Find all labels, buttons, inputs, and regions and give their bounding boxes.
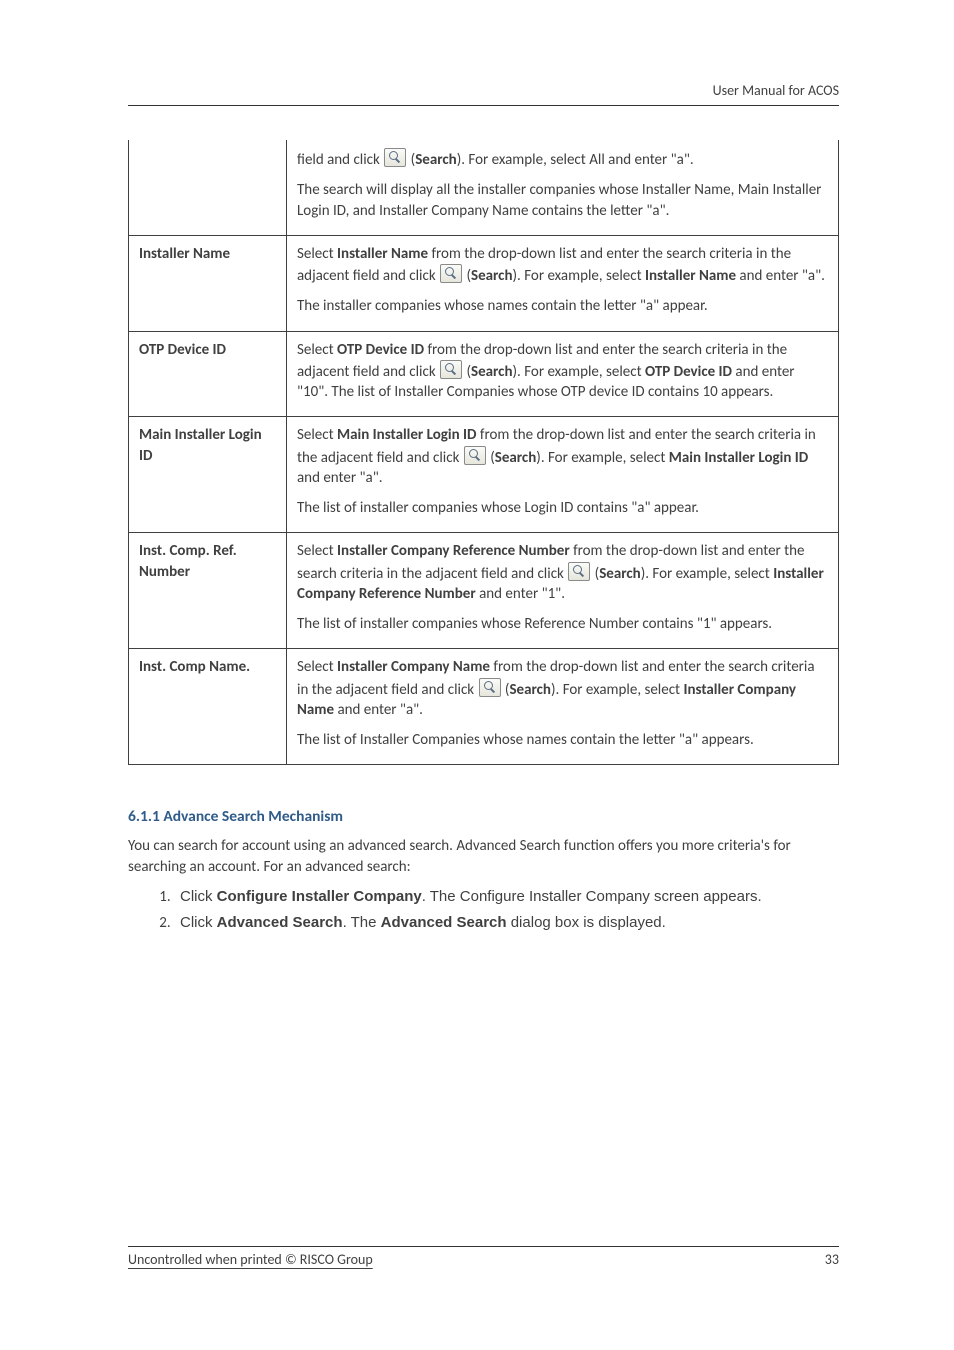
search-icon xyxy=(479,678,501,697)
description-paragraph: The installer companies whose names cont… xyxy=(297,296,828,316)
section-heading: 6.1.1 Advance Search Mechanism xyxy=(128,807,839,826)
row-description: Select Installer Name from the drop-down… xyxy=(287,235,839,331)
bold-text: Main Installer Login ID xyxy=(337,426,476,444)
bold-text: Advanced Search xyxy=(217,914,343,931)
row-description: Select Main Installer Login ID from the … xyxy=(287,417,839,533)
row-description: field and click (Search). For example, s… xyxy=(287,140,839,235)
running-header: User Manual for ACOS xyxy=(128,82,839,99)
bold-text: OTP Device ID xyxy=(337,341,424,359)
bold-text: Installer Company Name xyxy=(337,658,490,676)
description-paragraph: The search will display all the installe… xyxy=(297,180,828,221)
bold-text: OTP Device ID xyxy=(645,363,732,381)
bold-text: Search xyxy=(495,449,537,467)
row-label xyxy=(129,140,287,235)
bold-text: Installer Company Reference Number xyxy=(297,565,824,603)
description-paragraph: Select Installer Name from the drop-down… xyxy=(297,244,828,287)
row-description: Select Installer Company Reference Numbe… xyxy=(287,533,839,649)
row-label: OTP Device ID xyxy=(129,331,287,417)
table-row: OTP Device IDSelect OTP Device ID from t… xyxy=(129,331,839,417)
description-paragraph: Select Main Installer Login ID from the … xyxy=(297,425,828,488)
bold-text: Search xyxy=(415,151,457,169)
search-icon xyxy=(440,360,462,379)
table-row: Installer NameSelect Installer Name from… xyxy=(129,235,839,331)
description-paragraph: Select Installer Company Name from the d… xyxy=(297,657,828,720)
table-row: field and click (Search). For example, s… xyxy=(129,140,839,235)
search-icon xyxy=(384,148,406,167)
search-icon xyxy=(568,562,590,581)
row-description: Select Installer Company Name from the d… xyxy=(287,649,839,765)
bold-text: Configure Installer Company xyxy=(217,888,422,905)
table-row: Main Installer Login IDSelect Main Insta… xyxy=(129,417,839,533)
step-text: Click Advanced Search. The Advanced Sear… xyxy=(180,914,666,931)
description-paragraph: The list of Installer Companies whose na… xyxy=(297,730,828,750)
bold-text: Search xyxy=(471,363,513,381)
bold-text: Search xyxy=(471,267,513,285)
section-intro: You can search for account using an adva… xyxy=(128,836,839,877)
bold-text: Search xyxy=(509,681,551,699)
row-label: Inst. Comp Name. xyxy=(129,649,287,765)
search-icon xyxy=(440,264,462,283)
page-number: 33 xyxy=(825,1251,839,1268)
header-rule xyxy=(128,105,839,106)
row-label: Installer Name xyxy=(129,235,287,331)
table-row: Inst. Comp Name.Select Installer Company… xyxy=(129,649,839,765)
bold-text: Installer Name xyxy=(337,245,428,263)
table-row: Inst. Comp. Ref. NumberSelect Installer … xyxy=(129,533,839,649)
search-icon xyxy=(464,446,486,465)
bold-text: Installer Name xyxy=(645,267,736,285)
list-item: Click Configure Installer Company. The C… xyxy=(174,887,839,907)
description-paragraph: Select OTP Device ID from the drop-down … xyxy=(297,340,828,403)
steps-list: Click Configure Installer Company. The C… xyxy=(128,887,839,934)
list-item: Click Advanced Search. The Advanced Sear… xyxy=(174,913,839,933)
footer-left: Uncontrolled when printed © RISCO Group xyxy=(128,1251,373,1268)
row-label: Main Installer Login ID xyxy=(129,417,287,533)
description-paragraph: Select Installer Company Reference Numbe… xyxy=(297,541,828,604)
description-paragraph: The list of installer companies whose Lo… xyxy=(297,498,828,518)
search-options-table: field and click (Search). For example, s… xyxy=(128,140,839,765)
page-footer: Uncontrolled when printed © RISCO Group … xyxy=(128,1246,839,1268)
bold-text: Search xyxy=(599,565,641,583)
bold-text: Advanced Search xyxy=(381,914,507,931)
row-description: Select OTP Device ID from the drop-down … xyxy=(287,331,839,417)
bold-text: Installer Company Reference Number xyxy=(337,542,570,560)
description-paragraph: The list of installer companies whose Re… xyxy=(297,614,828,634)
row-label: Inst. Comp. Ref. Number xyxy=(129,533,287,649)
description-paragraph: field and click (Search). For example, s… xyxy=(297,148,828,170)
step-text: Click Configure Installer Company. The C… xyxy=(180,888,762,905)
bold-text: Main Installer Login ID xyxy=(669,449,808,467)
